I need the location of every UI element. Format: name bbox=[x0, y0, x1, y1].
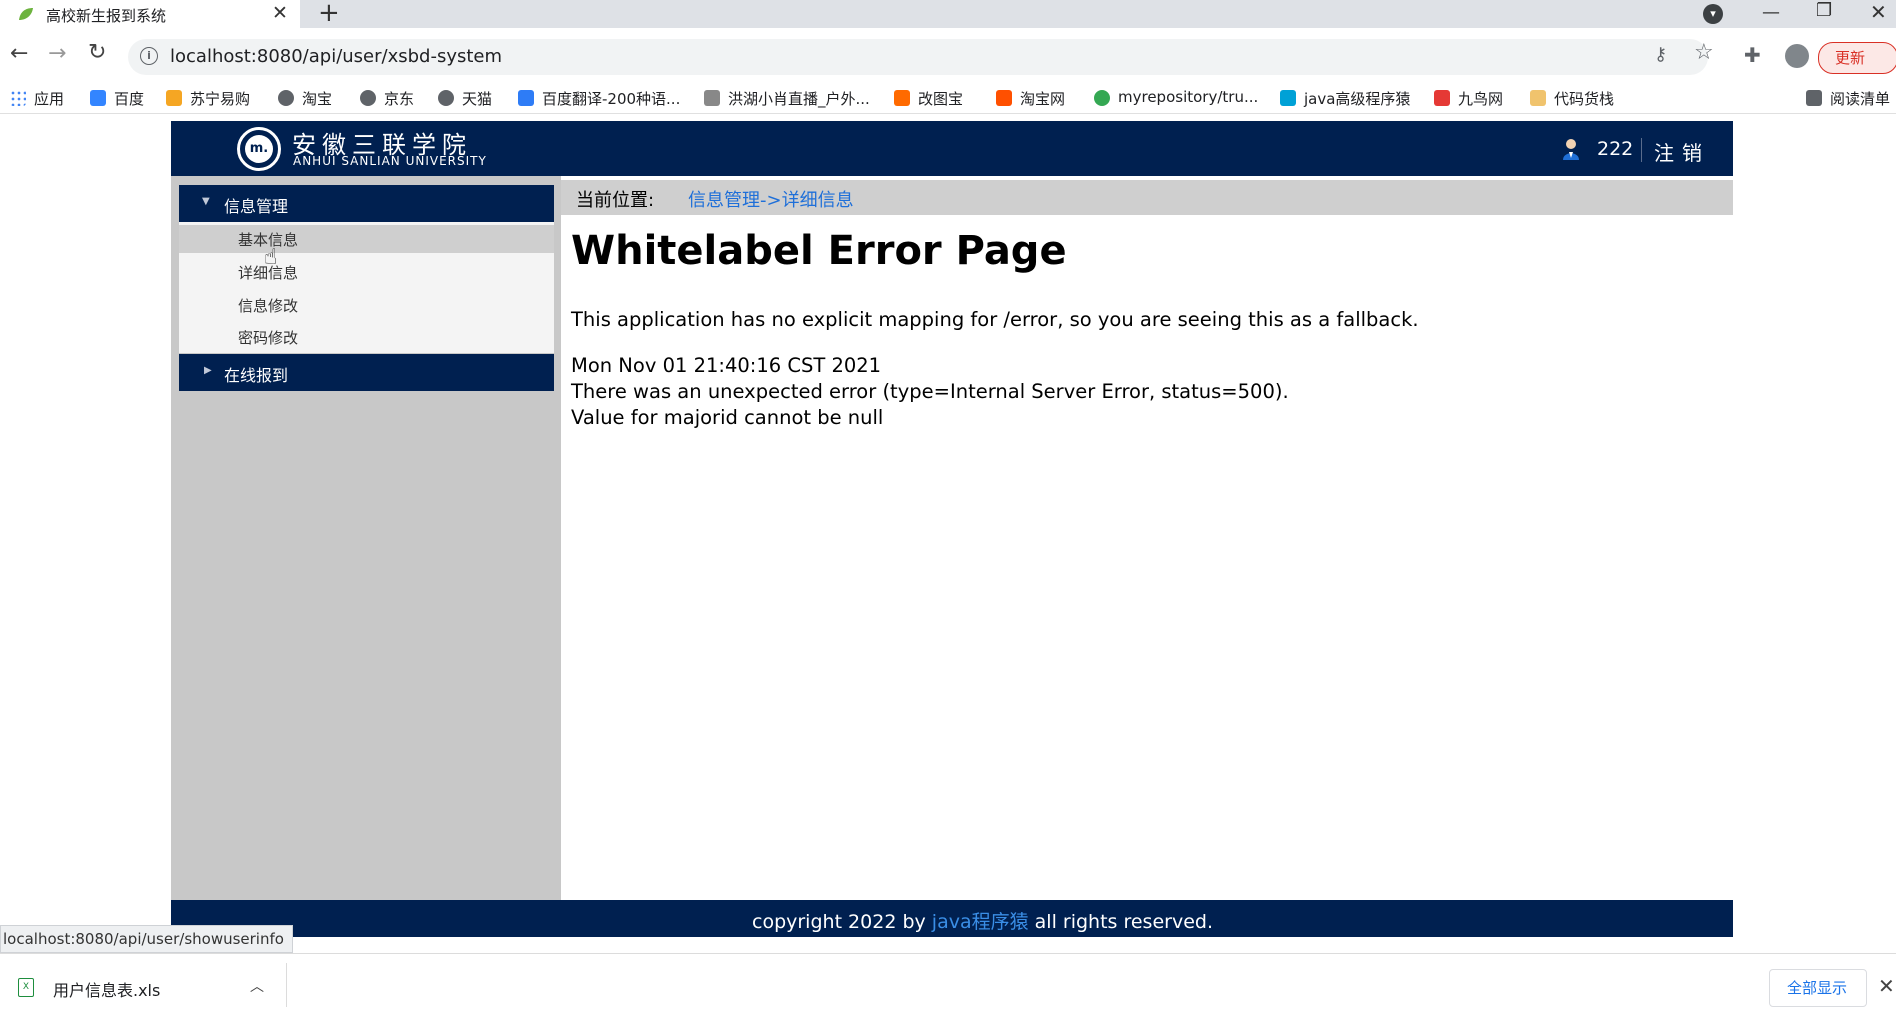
sidebar-item-edit-info[interactable]: 信息修改 bbox=[238, 295, 298, 316]
bookmark-4-icon bbox=[360, 90, 376, 106]
bookmark-1-icon bbox=[90, 90, 106, 106]
footer-copyright: copyright 2022 by java程序猿 all rights res… bbox=[752, 907, 1213, 934]
restore-icon[interactable]: ❐ bbox=[1816, 0, 1832, 21]
bookmark-6[interactable]: 百度翻译-200种语... bbox=[542, 88, 680, 109]
submenu-hover-highlight bbox=[179, 225, 554, 253]
bookmark-star-icon[interactable]: ☆ bbox=[1694, 40, 1714, 65]
menu-online-registration-label: 在线报到 bbox=[224, 366, 289, 385]
logout-link[interactable]: 注销 bbox=[1654, 137, 1710, 166]
bookmark-13-icon bbox=[1530, 90, 1546, 106]
bookmark-9[interactable]: 淘宝网 bbox=[1020, 88, 1065, 109]
key-icon[interactable]: ⚷ bbox=[1654, 44, 1667, 65]
download-divider bbox=[286, 963, 287, 1007]
bookmark-2[interactable]: 苏宁易购 bbox=[190, 88, 250, 109]
bookmark-5[interactable]: 天猫 bbox=[462, 88, 492, 109]
bookmark-9-icon bbox=[996, 90, 1012, 106]
menu-info-management-label: 信息管理 bbox=[224, 197, 289, 216]
bookmark-4[interactable]: 京东 bbox=[384, 88, 414, 109]
window-close-icon[interactable]: ✕ bbox=[1870, 0, 1887, 24]
caret-down-icon: ▼ bbox=[202, 196, 210, 207]
user-avatar-icon bbox=[1563, 139, 1579, 160]
bookmark-2-icon bbox=[166, 90, 182, 106]
bookmark-0[interactable]: 应用 bbox=[34, 88, 64, 109]
back-arrow-icon[interactable]: ← bbox=[10, 41, 28, 66]
close-download-shelf-icon[interactable]: ✕ bbox=[1878, 974, 1895, 998]
bookmark-8-icon bbox=[894, 90, 910, 106]
error-message: This application has no explicit mapping… bbox=[571, 308, 1419, 331]
new-tab-button[interactable]: + bbox=[318, 0, 340, 28]
bookmark-14[interactable]: 阅读清单 bbox=[1830, 88, 1890, 109]
excel-file-icon: X bbox=[18, 978, 34, 997]
bookmark-5-icon bbox=[438, 90, 454, 106]
download-shelf bbox=[0, 953, 1896, 1017]
reload-icon[interactable]: ↻ bbox=[88, 40, 106, 65]
extensions-puzzle-icon[interactable]: ✚ bbox=[1744, 43, 1761, 67]
footer-pre: copyright 2022 by bbox=[752, 911, 932, 933]
footer-post: all rights reserved. bbox=[1028, 911, 1213, 933]
bookmark-6-icon bbox=[518, 90, 534, 106]
bookmark-12-icon bbox=[1434, 90, 1450, 106]
bookmark-1[interactable]: 百度 bbox=[114, 88, 144, 109]
bookmark-11[interactable]: java高级程序猿 bbox=[1304, 88, 1410, 109]
forward-arrow-icon[interactable]: → bbox=[48, 41, 66, 66]
caret-right-icon: ▶ bbox=[204, 365, 212, 376]
breadcrumb-label: 当前位置: bbox=[576, 190, 655, 211]
bookmark-12[interactable]: 九鸟网 bbox=[1458, 88, 1503, 109]
tab-search-icon[interactable]: ▾ bbox=[1703, 4, 1723, 24]
profile-avatar-icon[interactable] bbox=[1785, 44, 1809, 68]
site-info-icon[interactable]: i bbox=[140, 47, 158, 65]
update-label: 更新 bbox=[1835, 49, 1866, 67]
tab-title: 高校新生报到系统 bbox=[46, 7, 167, 25]
bookmark-7-icon bbox=[704, 90, 720, 106]
status-bar-url: localhost:8080/api/user/showuserinfo bbox=[0, 925, 293, 953]
bookmark-8[interactable]: 改图宝 bbox=[918, 88, 963, 109]
error-type: There was an unexpected error (type=Inte… bbox=[571, 380, 1289, 403]
bookmark-11-icon bbox=[1280, 90, 1296, 106]
bookmark-7[interactable]: 洪湖小肖直播_户外... bbox=[728, 88, 870, 109]
footer-author-link[interactable]: java程序猿 bbox=[932, 911, 1029, 933]
logo-mark: m. bbox=[245, 135, 273, 163]
bookmark-13[interactable]: 代码货栈 bbox=[1554, 88, 1614, 109]
username-label: 222 bbox=[1597, 138, 1634, 160]
header-divider bbox=[1641, 138, 1642, 162]
minimize-icon[interactable]: — bbox=[1762, 2, 1780, 23]
logo-english-name: ANHUI SANLIAN UNIVERSITY bbox=[293, 154, 487, 168]
chevron-up-icon[interactable]: ︿ bbox=[250, 976, 264, 996]
leaf-favicon-icon bbox=[19, 8, 33, 20]
tab-close-icon[interactable]: ✕ bbox=[272, 2, 288, 24]
breadcrumb-path[interactable]: 信息管理->详细信息 bbox=[688, 186, 854, 212]
error-detail: Value for majorid cannot be null bbox=[571, 406, 884, 429]
error-timestamp: Mon Nov 01 21:40:16 CST 2021 bbox=[571, 354, 882, 377]
bookmark-3[interactable]: 淘宝 bbox=[302, 88, 332, 109]
bookmark-0-icon bbox=[10, 90, 26, 106]
bookmark-10-icon bbox=[1094, 90, 1110, 106]
sidebar-item-change-password[interactable]: 密码修改 bbox=[238, 327, 298, 348]
download-file-name[interactable]: 用户信息表.xls bbox=[53, 977, 160, 1001]
bookmark-3-icon bbox=[278, 90, 294, 106]
bookmark-10[interactable]: myrepository/tru... bbox=[1118, 88, 1258, 106]
hand-cursor-icon: ☝ bbox=[264, 245, 278, 270]
show-all-label: 全部显示 bbox=[1787, 979, 1848, 997]
page-title: Whitelabel Error Page bbox=[571, 228, 1067, 274]
bookmark-14-icon bbox=[1806, 90, 1822, 106]
url-text[interactable]: localhost:8080/api/user/xsbd-system bbox=[170, 46, 502, 67]
